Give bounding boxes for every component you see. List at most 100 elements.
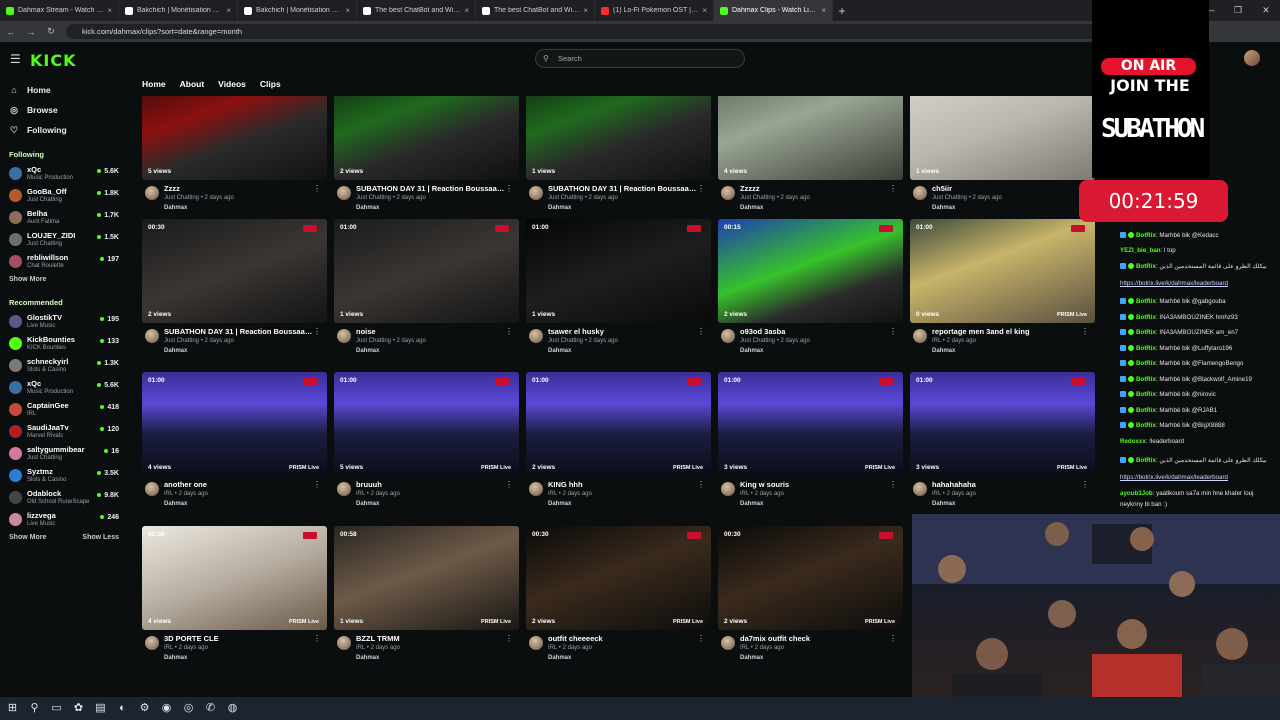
clip-title[interactable]: bruuuh (356, 480, 506, 489)
clip-owner[interactable]: Dahmax (740, 501, 763, 507)
clip-card[interactable]: 01:00 4 views PRISM Live another one IRL • 2… (142, 372, 327, 517)
clip-title[interactable]: BZZL TRMM (356, 634, 506, 643)
clip-owner[interactable]: Dahmax (164, 348, 187, 354)
channel-item[interactable]: Syztmz Slots & Casino 3.5K (0, 464, 130, 486)
clip-card[interactable]: 00:30 2 views SUBATHON DAY 31 | Reaction B… (142, 219, 327, 364)
nav-home[interactable]: ⌂ Home (0, 80, 130, 100)
clip-title[interactable]: KING hhh (548, 480, 698, 489)
clip-title[interactable]: 3D PORTE CLE (164, 634, 314, 643)
clip-title[interactable]: o93od 3asba (740, 327, 890, 336)
chat-link[interactable]: https://botrix.live/k/dahmax/leaderboard (1120, 474, 1228, 481)
avatar[interactable] (337, 482, 351, 496)
avatar[interactable] (721, 329, 735, 343)
browser-tab[interactable]: Bakchich | Monétisation pour le × (238, 0, 357, 21)
clip-owner[interactable]: Dahmax (740, 655, 763, 661)
avatar[interactable] (145, 636, 159, 650)
user-avatar[interactable] (1244, 50, 1260, 66)
clip-thumbnail[interactable]: 4 views (718, 96, 903, 180)
clip-title[interactable]: ch5iir (932, 184, 1082, 193)
clip-title[interactable]: reportage men 3and el king (932, 327, 1082, 336)
clip-category[interactable]: Just Chatting (740, 338, 775, 344)
channel-item[interactable]: CaptainGee IRL 418 (0, 398, 130, 420)
kick-logo[interactable]: KICK (30, 51, 77, 70)
chat-link[interactable]: https://botrix.live/k/dahmax/leaderboard (1120, 280, 1228, 287)
clip-category[interactable]: IRL (932, 491, 941, 497)
chat-username[interactable]: YEZI_bie_ban (1120, 247, 1161, 254)
browser-tab[interactable]: The best ChatBot and Widgets × (357, 0, 476, 21)
tab-home[interactable]: Home (142, 79, 166, 89)
clip-title[interactable]: da7mix outfit check (740, 634, 890, 643)
clip-title[interactable]: noise (356, 327, 506, 336)
more-options-icon[interactable]: ⋮ (889, 184, 897, 193)
channel-item[interactable]: SaudiJaaTv Marvel Rivals 120 (0, 420, 130, 442)
clip-category[interactable]: IRL (932, 338, 941, 344)
chat-username[interactable]: BotRix (1136, 298, 1156, 305)
browser-tab[interactable]: The best ChatBot and Widgets × (476, 0, 595, 21)
channel-item[interactable]: schneckyirl Slots & Casino 1.3K (0, 354, 130, 376)
clip-category[interactable]: IRL (548, 491, 557, 497)
channel-item[interactable]: GooBa_Off Just Chatting 1.8K (0, 184, 130, 206)
browser-tab[interactable]: Bakchich | Monétisation pour le × (119, 0, 238, 21)
clip-owner[interactable]: Dahmax (548, 348, 571, 354)
clip-thumbnail[interactable]: 01:00 5 views PRISM Live (334, 372, 519, 476)
channel-item[interactable]: saltygummibear Just Chatting 16 (0, 442, 130, 464)
reload-icon[interactable]: ↻ (46, 26, 56, 37)
clip-category[interactable]: IRL (356, 645, 365, 651)
clip-card[interactable]: 00:58 1 views PRISM Live BZZL TRMM IRL • 2 d… (334, 526, 519, 671)
clip-card[interactable]: 01:00 1 views noise Just Chatting • 2 days … (334, 219, 519, 364)
avatar[interactable] (721, 482, 735, 496)
clip-category[interactable]: Just Chatting (164, 338, 199, 344)
chat-username[interactable]: BotRix (1136, 345, 1156, 352)
show-more-button[interactable]: Show More (9, 534, 46, 541)
nav-browse[interactable]: ◎ Browse (0, 100, 130, 120)
channel-item[interactable]: Odablock Old School RuneScape 9.8K (0, 486, 130, 508)
forward-icon[interactable]: → (26, 27, 36, 37)
clip-card[interactable]: 01:00 1 views tsawer el husky Just Chatting… (526, 219, 711, 364)
avatar[interactable] (337, 186, 351, 200)
more-options-icon[interactable]: ⋮ (505, 327, 513, 336)
avatar[interactable] (913, 482, 927, 496)
channel-item[interactable]: lizzvega Live Music 246 (0, 508, 130, 530)
channel-item[interactable]: rebliwillson Chat Roulette 197 (0, 250, 130, 272)
clip-card[interactable]: 4 views Zzzzz Just Chatting • 2 days ago Da… (718, 96, 903, 221)
chat-username[interactable]: BotRix (1136, 329, 1156, 336)
avatar[interactable] (913, 186, 927, 200)
close-icon[interactable]: × (821, 6, 826, 15)
chat-username[interactable]: ayoub3Job (1120, 490, 1153, 497)
more-options-icon[interactable]: ⋮ (313, 634, 321, 643)
chat-username[interactable]: BotRix (1136, 422, 1156, 429)
clip-title[interactable]: SUBATHON DAY 31 | Reaction Boussaad... (356, 184, 506, 193)
clip-owner[interactable]: Dahmax (740, 348, 763, 354)
close-icon[interactable]: × (464, 6, 469, 15)
chat-username[interactable]: BotRix (1136, 360, 1156, 367)
clip-category[interactable]: Just Chatting (932, 195, 967, 201)
clip-owner[interactable]: Dahmax (932, 205, 955, 211)
clip-category[interactable]: IRL (164, 491, 173, 497)
close-icon[interactable]: × (702, 6, 707, 15)
clip-owner[interactable]: Dahmax (356, 501, 379, 507)
clip-category[interactable]: Just Chatting (548, 338, 583, 344)
clip-category[interactable]: Just Chatting (740, 195, 775, 201)
clip-category[interactable]: Just Chatting (356, 338, 391, 344)
clip-card[interactable]: 2 views SUBATHON DAY 31 | Reaction Boussa… (334, 96, 519, 221)
windows-start-icon[interactable]: ⊞ (6, 702, 19, 715)
clip-owner[interactable]: Dahmax (164, 655, 187, 661)
clip-card[interactable]: 1 views SUBATHON DAY 31 | Reaction Boussa… (526, 96, 711, 221)
more-options-icon[interactable]: ⋮ (697, 480, 705, 489)
clip-thumbnail[interactable]: 00:30 2 views (142, 219, 327, 323)
chat-username[interactable]: BotRix (1136, 376, 1156, 383)
channel-item[interactable]: GlostikTV Live Music 195 (0, 310, 130, 332)
clip-category[interactable]: Just Chatting (548, 195, 583, 201)
avatar[interactable] (529, 636, 543, 650)
channel-item[interactable]: LOUJEY_ZIDI Just Chatting 1.5K (0, 228, 130, 250)
more-options-icon[interactable]: ⋮ (313, 327, 321, 336)
clip-owner[interactable]: Dahmax (932, 501, 955, 507)
clip-card[interactable]: 00:15 2 views o93od 3asba Just Chatting • 2… (718, 219, 903, 364)
close-icon[interactable]: × (107, 6, 112, 15)
clip-card[interactable]: 5 views Zzzz Just Chatting • 2 days ago Dah… (142, 96, 327, 221)
avatar[interactable] (721, 636, 735, 650)
clip-category[interactable]: IRL (164, 645, 173, 651)
clip-thumbnail[interactable]: 5 views (142, 96, 327, 180)
clip-title[interactable]: outfit cheeeeck (548, 634, 698, 643)
clip-card[interactable]: 01:00 3 views PRISM Live hahahahaha IRL • 2 … (910, 372, 1095, 517)
